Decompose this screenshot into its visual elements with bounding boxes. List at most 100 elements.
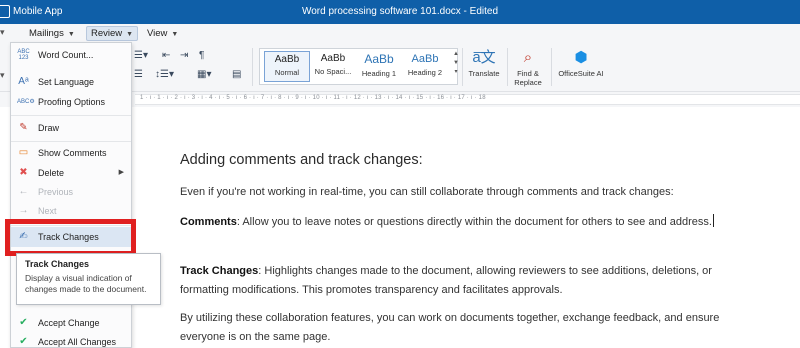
menu-item-label: Accept Change [38,318,100,328]
translate-icon: a͞文 [472,49,496,66]
menu-item-accept-change[interactable]: ✔ Accept Change [11,313,131,333]
style-name: Heading 2 [407,68,443,77]
doc-paragraph: By utilizing these collaboration feature… [180,312,720,343]
menu-separator [11,115,131,116]
ribbon-separator [551,48,552,86]
menu-item-show-comments[interactable]: ▭ Show Comments [11,143,131,163]
ai-label: OfficeSuite AI [558,69,604,78]
menu-item-label: Proofing Options [38,97,106,107]
track-changes-text: : Highlights changes made to the documen… [180,265,712,296]
style-name: Normal [274,68,300,77]
indent-decrease-icon[interactable]: ⇤ [162,50,170,61]
menu-item-label: Accept All Changes [38,337,117,347]
tab-view[interactable]: View ▼ [142,26,183,41]
menu-item-previous[interactable]: ← Previous [11,182,131,202]
list-icon[interactable]: ☰▾ [134,50,148,61]
menu-separator [11,141,131,142]
paragraph-mark-icon[interactable]: ¶ [199,50,204,61]
menu-item-label: Previous [38,187,74,197]
ribbon-separator [462,48,463,86]
find-replace-label: Replace [514,78,542,87]
style-no-spacing[interactable]: AaBb No Spaci... [310,51,356,82]
document-page[interactable]: Adding comments and track changes: Even … [135,107,800,348]
draw-icon: ✎ [19,122,28,133]
gallery-scroll[interactable]: ▲ ▼ ▾ [452,50,460,77]
tab-label: Mailings [29,28,64,39]
tooltip-title: Track Changes [25,259,90,269]
tooltip-text: Display a visual indication of changes m… [25,273,147,294]
find-replace-icon: ⌕ [523,49,533,66]
style-name: No Spaci... [314,67,352,76]
accept-all-icon: ✔ [19,336,28,347]
find-replace-button[interactable]: ⌕ Find & Replace [510,49,546,88]
next-icon: → [18,205,29,216]
comments-term: Comments [180,216,237,228]
scroll-down-icon[interactable]: ▼ [453,60,459,66]
tab-mailings[interactable]: Mailings ▼ [24,26,80,41]
scroll-up-icon[interactable]: ▲ [453,51,459,57]
comment-icon: ▭ [18,147,29,158]
tab-label: Review [91,28,123,39]
line-spacing-icon[interactable]: ↕☰▾ [155,69,174,80]
style-preview: AaBb [411,53,439,65]
menu-item-label: Draw [38,123,60,133]
submenu-arrow-icon: ▶ [118,169,124,176]
menu-item-next[interactable]: → Next [11,201,131,221]
menu-bar: ▾ Mailings ▼ Review ▼ View ▼ [0,24,800,42]
shading-icon[interactable]: ▤ [232,69,241,80]
comments-text: : Allow you to leave notes or questions … [236,216,712,228]
style-preview: AaBb [274,54,300,65]
menu-item-delete[interactable]: ✖ Delete ▶ [11,163,131,183]
translate-label: Translate [468,69,500,78]
indent-increase-icon[interactable]: ⇥ [180,50,188,61]
menu-item-label: Next [38,206,57,216]
highlight-box [5,219,136,256]
track-changes-term: Track Changes [180,265,259,277]
menu-item-proofing-options[interactable]: ABC⚙ Proofing Options [11,92,131,112]
chevron-down-icon: ▼ [126,31,134,38]
menu-item-draw[interactable]: ✎ Draw [11,118,131,138]
menu-item-label: Set Language [38,77,95,87]
menu-item-set-language[interactable]: Aᵃ Set Language [11,72,131,92]
style-heading-2[interactable]: AaBb Heading 2 [402,51,448,82]
chevron-down-icon: ▼ [67,31,75,38]
borders-icon[interactable]: ▦▾ [197,69,211,80]
tooltip: Track Changes Display a visual indicatio… [16,253,161,305]
style-name: Heading 1 [361,69,397,78]
style-heading-1[interactable]: AaBb Heading 1 [356,51,402,82]
delete-comment-icon: ✖ [19,167,28,178]
tab-review[interactable]: Review ▼ [86,26,139,41]
menu-item-label: Delete [38,168,65,178]
chevron-down-icon: ▼ [171,31,179,38]
menu-item-label: Word Count... [38,50,94,60]
style-gallery: AaBb Normal AaBb No Spaci... AaBb Headin… [259,48,458,85]
ruler-ticks: 1 · ı · 1 · ı · 2 · ı · 3 · ı · 4 · ı · … [140,95,486,101]
ribbon-separator [507,48,508,86]
menu-item-word-count[interactable]: ABC 123 Word Count... [11,45,131,65]
doc-paragraph: Comments: Allow you to leave notes or qu… [180,213,755,232]
translate-button[interactable]: a͞文 Translate [466,49,502,79]
word-count-icon: ABC 123 [17,49,30,61]
proofing-icon: ABC⚙ [17,99,35,105]
title-bar: Mobile App Word processing software 101.… [0,0,800,24]
gallery-expand-icon[interactable]: ▾ [454,69,457,75]
doc-heading: Adding comments and track changes: [180,152,423,168]
doc-paragraph: Even if you're not working in real-time,… [180,186,674,198]
chevron-down-icon[interactable]: ▾ [0,27,5,38]
text-cursor [712,214,714,227]
menu-item-accept-all-changes[interactable]: ✔ Accept All Changes [11,332,131,348]
ai-icon: ⬢ [574,49,588,66]
find-replace-label: Find & [517,69,539,78]
document-title: Word processing software 101.docx - Edit… [301,6,499,17]
doc-paragraph: Track Changes: Highlights changes made t… [180,262,755,300]
style-preview: AaBb [320,53,346,64]
officesuite-ai-button[interactable]: ⬢ OfficeSuite AI [553,49,609,79]
align-justify-icon[interactable]: ☰ [134,69,143,80]
tab-label: View [147,28,168,39]
accept-change-icon: ✔ [19,317,28,328]
style-normal[interactable]: AaBb Normal [264,51,310,82]
chevron-down-icon[interactable]: ▾ [0,70,5,81]
ribbon-separator [252,48,253,86]
style-preview: AaBb [364,52,394,66]
previous-icon: ← [18,186,29,197]
